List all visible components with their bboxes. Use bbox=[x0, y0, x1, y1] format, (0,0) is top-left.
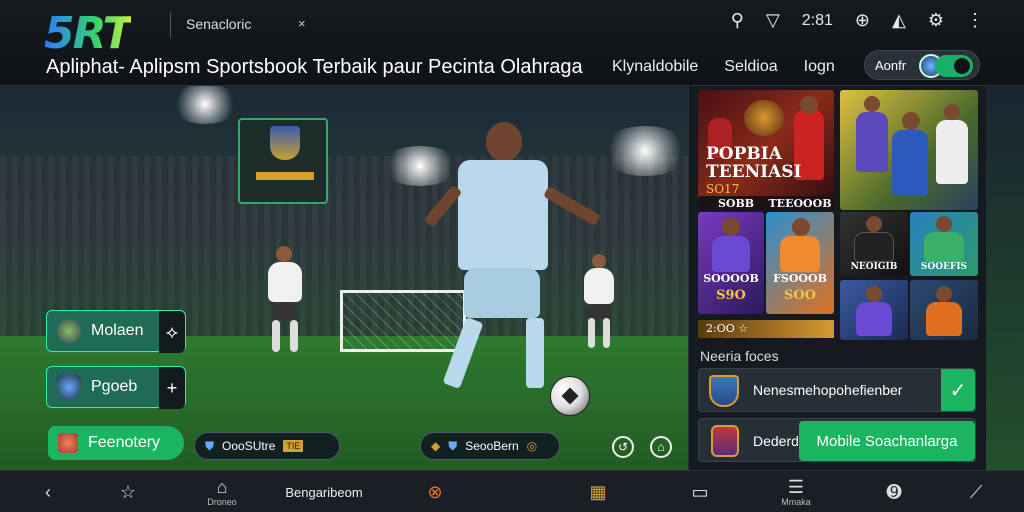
countdown-strip: 2:OO ☆ bbox=[698, 320, 834, 338]
shield-icon: ⛊ bbox=[448, 438, 458, 453]
player-card[interactable]: FSOOOB SOO bbox=[766, 212, 834, 314]
filter-icon[interactable]: ▽ bbox=[766, 10, 780, 31]
home-icon: ⌂ bbox=[216, 477, 228, 497]
player-avatar-icon bbox=[57, 319, 81, 343]
back-icon[interactable]: ‹ bbox=[36, 471, 60, 512]
nav-link-login[interactable]: Iogn bbox=[800, 58, 839, 76]
promo-title: POPBIA TEENIASI bbox=[706, 144, 802, 182]
nav-links: Klynaldobile Seldioa Iogn bbox=[608, 58, 839, 76]
match-chip[interactable]: ◆ ⛊ SeooBern ◎ bbox=[420, 432, 560, 460]
floodlight bbox=[380, 146, 460, 186]
odds-chip[interactable]: ⛊ OooSUtre TIE bbox=[194, 432, 340, 460]
floodlight bbox=[170, 86, 240, 124]
nav-item-menu[interactable]: ☰ Mmaka bbox=[770, 471, 822, 512]
player-card[interactable]: NEOIGIB bbox=[840, 212, 908, 276]
odds-badge: TIE bbox=[283, 440, 304, 452]
replay-icon[interactable]: ↺ bbox=[612, 436, 634, 458]
card-label: NEOIGIB bbox=[850, 262, 898, 272]
news-row[interactable]: Nenesmehopohefienber ✓ bbox=[698, 368, 976, 412]
odds-chip-label: OooSUtre bbox=[222, 439, 276, 453]
coin-icon: ◎ bbox=[526, 439, 538, 453]
nav-item-center[interactable]: Bengaribeom bbox=[284, 471, 364, 512]
bets-icon[interactable]: ▦ bbox=[584, 471, 612, 512]
player-card[interactable]: SOOOOB S9O bbox=[698, 212, 764, 314]
sports-icon[interactable]: ⊗ bbox=[418, 471, 452, 512]
hero-button-label: Molaen bbox=[91, 322, 144, 339]
divider bbox=[170, 12, 171, 38]
promo-icon[interactable]: ◭ bbox=[892, 10, 906, 31]
bottom-nav: ‹ ☆ ⌂ Droneo Bengaribeom ⊗ ▦ ▭ ☰ Mmaka ➒… bbox=[0, 470, 1024, 512]
match-chip-label: SeooBern bbox=[465, 439, 519, 453]
download-row-text: Dederd bbox=[753, 433, 799, 449]
help-icon[interactable]: ➒ bbox=[880, 471, 908, 512]
top-icons: ⚲ ▽ 2:81 ⊕ ◭ ⚙ ⋮ bbox=[731, 10, 984, 31]
shield-icon bbox=[57, 375, 81, 399]
soccer-ball bbox=[550, 376, 590, 416]
nav-item-label: Mmaka bbox=[781, 497, 811, 507]
hero-banner[interactable]: ↺ ⌂ bbox=[0, 86, 688, 470]
page-headline: Apliphat- Aplipsm Sportsbook Terbaik pau… bbox=[46, 56, 583, 78]
card-label: FSOOOB bbox=[773, 272, 827, 285]
players-card[interactable] bbox=[840, 90, 978, 210]
trophy-icon bbox=[744, 100, 784, 136]
wallet-icon[interactable]: ▭ bbox=[686, 471, 714, 512]
collapse-icon[interactable]: ⟋ bbox=[962, 471, 990, 512]
shield-icon: ⛊ bbox=[205, 438, 215, 453]
add-icon[interactable]: + bbox=[159, 367, 185, 409]
card-value: S9O bbox=[716, 288, 746, 303]
more-vert-icon[interactable]: ⋮ bbox=[966, 10, 984, 31]
search-icon[interactable]: ⚲ bbox=[731, 10, 744, 31]
nav-item-home[interactable]: ⌂ Droneo bbox=[196, 471, 248, 512]
club-badge-icon bbox=[58, 433, 78, 453]
top-bar: 5RT Senacloric × ⚲ ▽ 2:81 ⊕ ◭ ⚙ ⋮ Apliph… bbox=[0, 0, 1024, 86]
star-icon[interactable]: ☆ bbox=[114, 471, 142, 512]
player-card[interactable] bbox=[840, 280, 908, 340]
news-section-label: Neeria foces bbox=[700, 348, 779, 364]
floodlight bbox=[600, 126, 688, 176]
download-row[interactable]: Dederd Mobile Soachanlarga bbox=[698, 418, 976, 462]
ticket-icon: ◆ bbox=[431, 439, 441, 453]
nav-item-label: Bengaribeom bbox=[285, 484, 363, 500]
card-caption-row: SOBB TEEOOOB bbox=[698, 196, 834, 210]
nav-item-label: Droneo bbox=[207, 497, 237, 507]
help-icon[interactable]: ⊕ bbox=[855, 10, 870, 31]
club-crest-icon bbox=[711, 425, 739, 457]
share-icon[interactable]: ⌂ bbox=[650, 436, 672, 458]
mobile-download-button[interactable]: Mobile Soachanlarga bbox=[799, 421, 975, 461]
toggle-switch[interactable] bbox=[935, 55, 973, 77]
clock: 2:81 bbox=[801, 11, 833, 29]
player-card[interactable] bbox=[910, 280, 978, 340]
login-label: Aonfr bbox=[875, 57, 907, 73]
register-label: Feenotery bbox=[88, 434, 161, 451]
expand-icon[interactable]: ⟡ bbox=[159, 311, 185, 353]
card-label: SOOEFIS bbox=[920, 262, 968, 272]
club-crest-icon bbox=[270, 126, 300, 160]
club-crest-icon bbox=[709, 375, 739, 407]
nav-link-mobile[interactable]: Klynaldobile bbox=[608, 58, 702, 76]
login-toggle[interactable]: Aonfr bbox=[864, 50, 980, 80]
hero-button-secondary[interactable]: Pgoeb + bbox=[46, 366, 186, 409]
tab-close-icon[interactable]: × bbox=[298, 16, 306, 31]
card-label: SOOOOB bbox=[703, 272, 759, 285]
nav-link-selection[interactable]: Seldioa bbox=[720, 58, 781, 76]
app-window: 5RT Senacloric × ⚲ ▽ 2:81 ⊕ ◭ ⚙ ⋮ Apliph… bbox=[0, 0, 1024, 512]
tab-title[interactable]: Senacloric bbox=[186, 16, 251, 32]
score-bar bbox=[256, 172, 314, 180]
hero-button-primary[interactable]: Molaen ⟡ bbox=[46, 310, 186, 353]
check-icon[interactable]: ✓ bbox=[941, 369, 975, 411]
news-row-text: Nenesmehopohefienber bbox=[753, 382, 903, 398]
hero-button-label: Pgoeb bbox=[91, 378, 138, 395]
stadium-scoreboard bbox=[238, 118, 328, 204]
promo-card[interactable]: POPBIA TEENIASI SO17 bbox=[698, 90, 834, 210]
promo-year: SO17 bbox=[706, 182, 740, 196]
register-button[interactable]: Feenotery bbox=[48, 426, 184, 460]
brand-logo[interactable]: 5RT bbox=[44, 8, 133, 59]
menu-icon: ☰ bbox=[787, 477, 805, 497]
background-edge bbox=[986, 86, 1024, 470]
goal-net bbox=[340, 290, 466, 352]
card-value: SOO bbox=[783, 288, 817, 303]
player-card[interactable]: SOOEFIS bbox=[910, 212, 978, 276]
gear-icon[interactable]: ⚙ bbox=[928, 10, 944, 31]
card-label: TEEOOOB bbox=[768, 197, 832, 210]
